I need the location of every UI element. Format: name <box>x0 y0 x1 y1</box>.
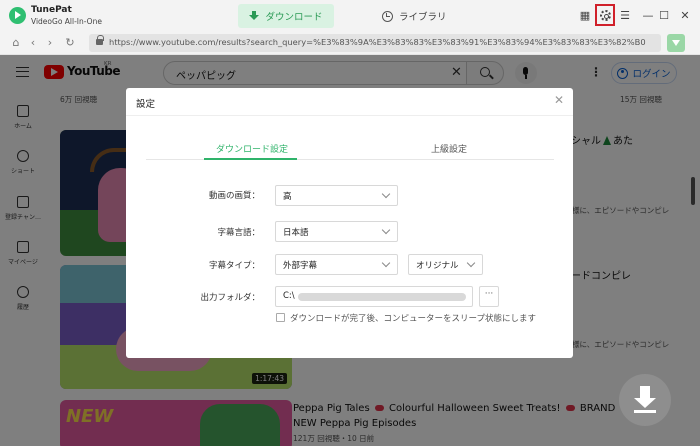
tab-library[interactable]: ライブラリ <box>382 4 462 28</box>
blurred-path <box>298 293 466 301</box>
url-text: https://www.youtube.com/results?search_q… <box>109 37 646 47</box>
forward-icon[interactable]: › <box>42 34 58 50</box>
home-nav-icon[interactable]: ⌂ <box>8 34 24 50</box>
back-icon[interactable]: ‹ <box>25 34 41 50</box>
download-icon <box>249 11 260 21</box>
chevron-down-icon <box>381 258 391 268</box>
dialog-title: 設定 <box>136 99 156 110</box>
menu-icon[interactable]: ☰ <box>616 6 634 24</box>
app-logo-icon <box>9 7 26 24</box>
app-name: TunePat <box>31 5 72 15</box>
quality-select[interactable]: 高 <box>275 185 398 206</box>
settings-dialog: 設定 ✕ ダウンロード設定 上級設定 動画の画質： 高 字幕言語： 日本語 字幕… <box>126 88 573 358</box>
download-fab-button[interactable] <box>619 374 671 426</box>
browser-nav-bar: ⌂ ‹ › ↻ https://www.youtube.com/results?… <box>0 31 700 55</box>
output-folder-label: 出力フォルダ： <box>200 293 260 303</box>
gear-icon <box>599 9 611 21</box>
chevron-down-icon <box>466 258 476 268</box>
browse-folder-button[interactable]: ··· <box>479 286 499 307</box>
quality-label: 動画の画質： <box>208 191 260 201</box>
subtitle-type-label: 字幕タイプ： <box>208 261 260 271</box>
app-subtitle: VideoGo All-In-One <box>31 17 102 26</box>
close-icon[interactable]: ✕ <box>676 6 694 24</box>
settings-button[interactable] <box>595 4 615 26</box>
tab-download[interactable]: ダウンロード <box>238 4 334 28</box>
title-bar: TunePat VideoGo All-In-One ダウンロード ライブラリ … <box>0 0 700 31</box>
tab-advanced-settings[interactable]: 上級設定 <box>431 142 467 155</box>
download-fab-icon <box>634 410 656 413</box>
output-folder-field[interactable]: C:\ <box>275 286 473 307</box>
chevron-down-icon <box>381 189 391 199</box>
subtitle-type-select[interactable]: 外部字幕 <box>275 254 398 275</box>
lock-icon <box>96 35 104 45</box>
sleep-checkbox[interactable] <box>276 313 285 322</box>
chevron-down-icon <box>381 225 391 235</box>
clock-icon <box>382 10 393 22</box>
subtitle-format-select[interactable]: オリジナル <box>408 254 483 275</box>
close-icon[interactable]: ✕ <box>554 93 564 107</box>
active-tab-indicator <box>204 158 297 160</box>
reload-icon[interactable]: ↻ <box>62 34 78 50</box>
tab-library-label: ライブラリ <box>399 12 447 23</box>
subtitle-language-label: 字幕言語： <box>217 228 260 238</box>
address-bar[interactable]: https://www.youtube.com/results?search_q… <box>89 34 661 52</box>
tab-download-label: ダウンロード <box>265 12 323 23</box>
sleep-checkbox-label[interactable]: ダウンロードが完了後、コンピューターをスリープ状態にします <box>290 312 536 324</box>
tab-download-settings[interactable]: ダウンロード設定 <box>216 142 288 155</box>
grid-icon[interactable]: ▦ <box>576 6 594 24</box>
subtitle-language-select[interactable]: 日本語 <box>275 221 398 242</box>
download-extension-icon[interactable] <box>667 34 685 52</box>
maximize-icon[interactable]: ☐ <box>655 6 673 24</box>
